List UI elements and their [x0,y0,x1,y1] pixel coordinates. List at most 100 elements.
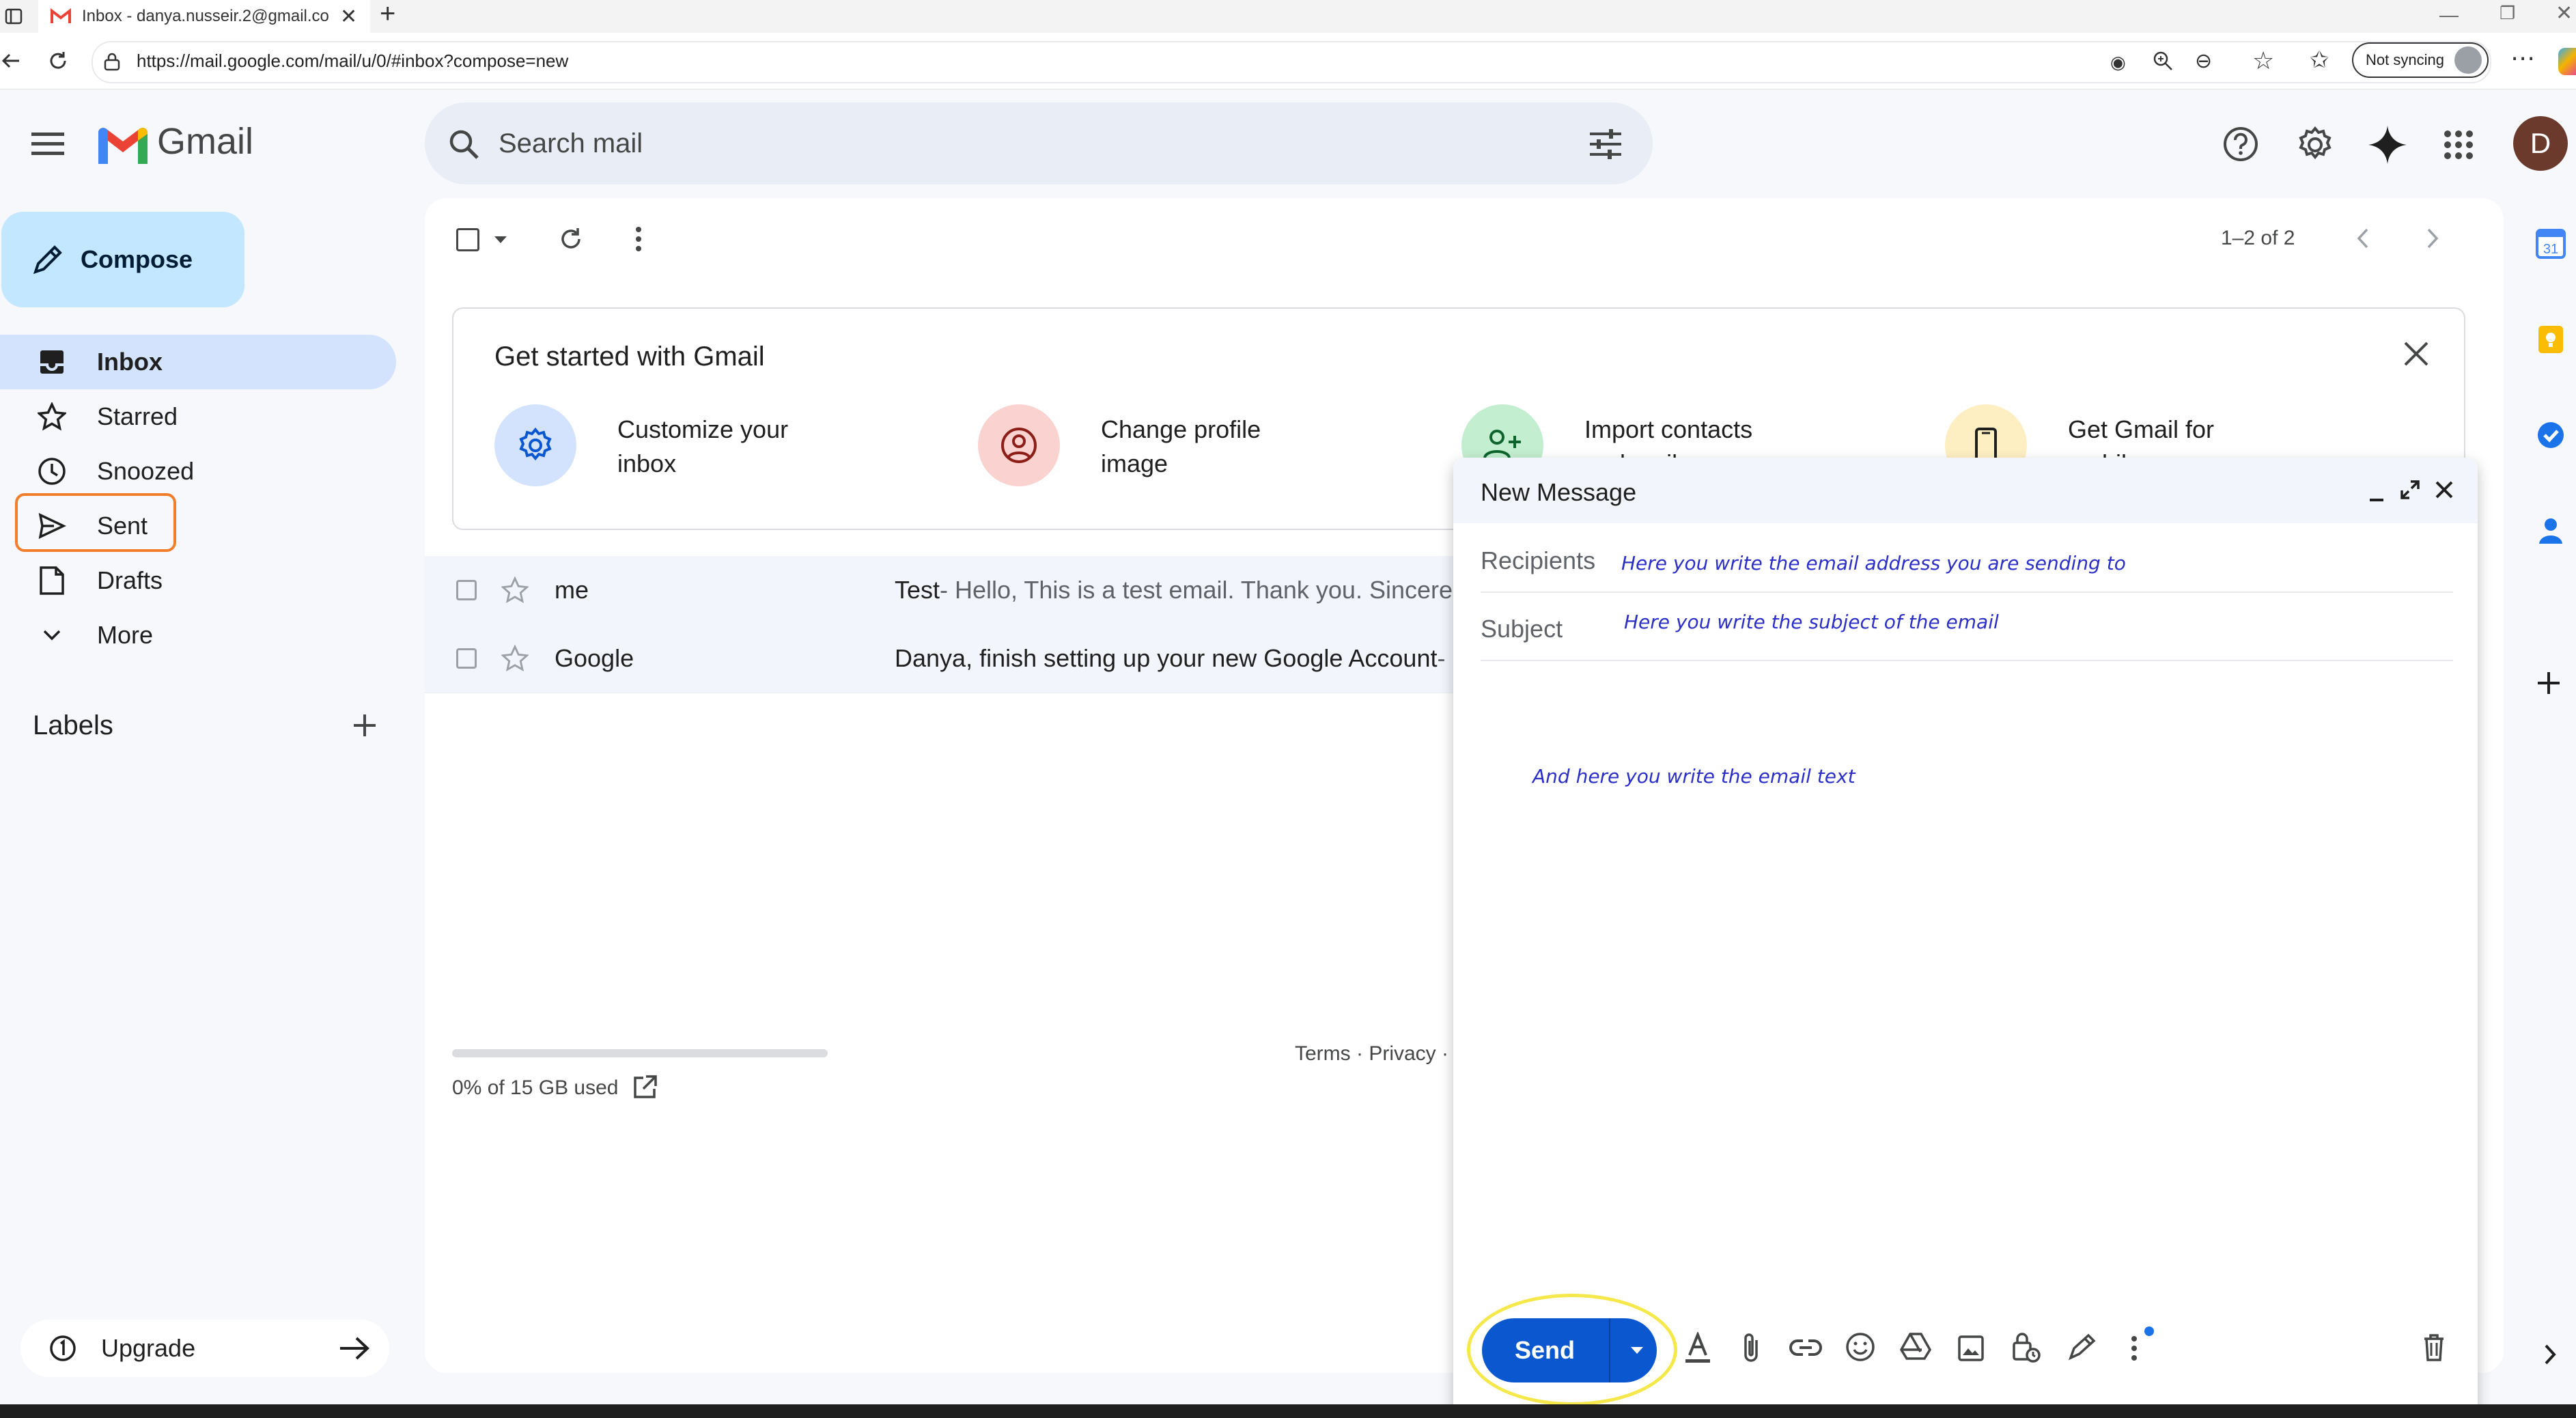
gmail-logo-icon[interactable] [96,124,150,165]
insert-photo-icon[interactable] [1957,1335,1985,1362]
confidential-mode-icon[interactable] [2012,1331,2041,1363]
profile-avatar-icon [2454,46,2482,74]
insert-signature-icon[interactable] [2067,1333,2097,1362]
tile-customize-inbox[interactable]: Customize your inbox [494,404,788,486]
labels-heading: Labels [33,710,113,740]
more-options-icon[interactable] [2129,1335,2139,1362]
tile-line: inbox [617,449,677,477]
site-info-icon[interactable] [102,52,122,71]
extension-icon[interactable]: ⊖ [2195,49,2212,73]
sidebar-item-label: More [97,621,154,649]
account-avatar[interactable]: D [2513,116,2568,171]
body-annotation: And here you write the email text [1532,765,1856,788]
pencil-icon [31,243,64,276]
browser-menu-icon[interactable]: ⋯ [2510,44,2535,72]
keep-icon[interactable] [2535,324,2566,355]
reload-icon[interactable] [46,49,70,72]
insert-link-icon[interactable] [1789,1337,1822,1358]
close-tab-icon[interactable]: ✕ [340,5,357,29]
storage-usage-label: 0% of 15 GB used [452,1076,619,1099]
profile-sync-button[interactable]: Not syncing [2352,42,2489,78]
tile-change-profile-image[interactable]: Change profile image [978,404,1261,486]
zoom-icon[interactable] [2153,51,2173,71]
sidebar-item-snoozed[interactable]: Snoozed [0,444,396,499]
apps-grid-icon[interactable] [2444,130,2474,160]
new-tab-icon[interactable]: + [380,0,395,27]
storage-bar [452,1049,828,1057]
help-icon[interactable] [2222,126,2259,163]
account-icon [978,404,1060,486]
sidebar-item-more[interactable]: More [0,608,396,663]
recipients-annotation: Here you write the email address you are… [1621,552,2126,574]
minimize-icon[interactable] [2368,486,2385,503]
google-drive-icon[interactable] [1900,1332,1931,1361]
close-icon[interactable] [2434,479,2454,500]
formatting-options-icon[interactable] [1684,1332,1711,1365]
pagination-label: 1–2 of 2 [2221,227,2295,249]
sidebar-item-inbox[interactable]: Inbox [0,335,396,389]
contacts-icon[interactable] [2535,515,2566,546]
select-dropdown-icon[interactable] [493,232,508,247]
upgrade-badge-icon [49,1335,76,1362]
compose-label: Compose [81,245,193,273]
tab-list-icon[interactable] [4,7,23,26]
copilot-icon[interactable] [2558,48,2576,75]
subject-divider [1481,660,2453,661]
svg-text:31: 31 [2543,242,2558,257]
recipients-label[interactable]: Recipients [1481,546,1595,575]
tile-line: image [1101,449,1168,477]
gmail-wordmark[interactable]: Gmail [157,120,253,163]
sidebar-item-label: Snoozed [97,457,195,485]
next-page-icon[interactable] [2422,227,2442,250]
inbox-icon [31,348,72,376]
star-icon [31,402,72,431]
sidebar-item-starred[interactable]: Starred [0,389,396,444]
compose-button[interactable]: Compose [1,212,244,307]
gmail-favicon-icon [51,8,71,25]
row-checkbox[interactable] [456,648,477,669]
sync-status-label: Not syncing [2366,51,2444,68]
search-options-icon[interactable] [1588,128,1623,160]
browser-tab-inbox[interactable]: Inbox - danya.nusseir.2@gmail.co ✕ [38,0,370,33]
star-icon[interactable] [501,645,529,672]
restore-window-icon[interactable]: ❐ [2500,3,2515,24]
gemini-sparkle-icon[interactable] [2367,124,2408,165]
email-sender: Google [555,644,634,672]
refresh-icon[interactable] [557,225,585,253]
discard-draft-icon[interactable] [2422,1333,2446,1362]
search-icon[interactable] [448,128,479,160]
attach-file-icon[interactable] [1741,1332,1762,1363]
main-menu-icon[interactable] [31,130,64,157]
more-actions-icon[interactable] [634,225,643,253]
tracking-prevention-icon[interactable]: ◉ [2110,52,2126,73]
send-highlight-ellipse [1467,1294,1677,1406]
tile-line: Change profile [1101,415,1261,443]
previous-page-icon[interactable] [2353,227,2374,250]
footer-links[interactable]: Terms · Privacy · P [1295,1042,1468,1066]
close-window-icon[interactable]: ✕ [2556,1,2573,25]
upgrade-button[interactable]: Upgrade [20,1320,389,1377]
search-input[interactable]: Search mail [499,128,643,159]
subject-field[interactable]: Subject [1481,615,1563,643]
back-icon[interactable] [0,51,20,71]
favorites-list-icon[interactable]: ✩ [2310,46,2329,74]
message-body-field[interactable] [1481,669,2453,1284]
fullscreen-icon[interactable] [2400,479,2420,500]
tasks-icon[interactable] [2535,419,2566,451]
add-label-icon[interactable] [351,712,378,739]
sidebar-item-drafts[interactable]: Drafts [0,553,396,608]
settings-gear-icon[interactable] [2296,126,2334,164]
get-addons-icon[interactable] [2535,669,2562,697]
external-link-icon[interactable] [631,1074,658,1101]
show-side-panel-icon[interactable] [2542,1343,2558,1366]
select-all-checkbox[interactable] [456,228,479,251]
tile-line: Import contacts [1584,415,1753,443]
favorite-star-icon[interactable]: ☆ [2252,46,2274,75]
insert-emoji-icon[interactable] [1845,1332,1875,1362]
dismiss-card-icon[interactable] [2403,340,2430,367]
calendar-icon[interactable]: 31 [2535,228,2566,260]
browser-tab-title: Inbox - danya.nusseir.2@gmail.co [82,7,329,25]
minimize-window-icon[interactable]: — [2439,4,2459,26]
row-checkbox[interactable] [456,580,477,600]
star-icon[interactable] [501,576,529,604]
